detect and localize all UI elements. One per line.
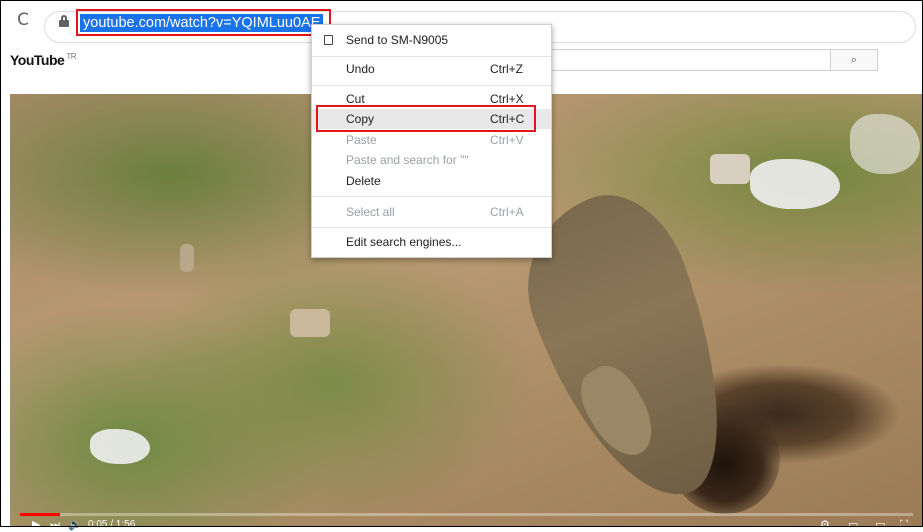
menu-item-send-to-device[interactable]: Send to SM-N9005 <box>312 30 551 50</box>
trash-paper <box>750 159 840 209</box>
rock <box>290 309 330 337</box>
menu-separator <box>312 85 551 86</box>
menu-item-undo[interactable]: Undo Ctrl+Z <box>312 59 551 79</box>
time-display: 0:05 / 1:56 <box>88 519 136 530</box>
menu-item-edit-search-engines[interactable]: Edit search engines... <box>312 232 551 252</box>
settings-icon[interactable]: ⚙ <box>820 518 830 532</box>
menu-separator <box>312 56 551 57</box>
play-icon[interactable]: ▶ <box>32 518 40 532</box>
progress-played <box>20 513 60 516</box>
lock-icon[interactable] <box>59 15 69 27</box>
search-icon[interactable]: ⌕ <box>830 49 878 71</box>
next-icon[interactable]: ⏭ <box>50 518 60 532</box>
reload-icon[interactable]: C <box>13 10 33 30</box>
progress-track[interactable] <box>20 513 913 516</box>
menu-separator <box>312 196 551 197</box>
device-icon <box>324 35 333 45</box>
trash-paper <box>850 114 920 174</box>
menu-separator <box>312 227 551 228</box>
menu-item-paste[interactable]: Paste Ctrl+V <box>312 130 551 150</box>
copy-highlight-box <box>316 105 536 132</box>
url-highlight-box <box>76 9 331 36</box>
menu-item-label: Delete <box>346 174 381 188</box>
menu-item-shortcut: Ctrl+A <box>490 205 524 219</box>
miniplayer-icon[interactable]: ▭ <box>848 518 858 532</box>
volume-icon[interactable]: 🔉 <box>68 518 82 532</box>
menu-item-label: Paste and search for "" <box>346 153 469 167</box>
menu-item-shortcut: Ctrl+V <box>490 133 524 147</box>
menu-item-label: Edit search engines... <box>346 235 462 249</box>
region-code: TR <box>66 52 76 62</box>
theater-icon[interactable]: ▭ <box>875 518 885 532</box>
context-menu: Send to SM-N9005 Undo Ctrl+Z Cut Ctrl+X … <box>311 24 552 258</box>
trash-paper <box>90 429 150 464</box>
menu-item-label: Undo <box>346 62 375 76</box>
menu-item-label: Send to SM-N9005 <box>346 33 449 47</box>
menu-item-label: Paste <box>346 133 377 147</box>
youtube-search-input[interactable] <box>548 49 831 71</box>
menu-item-paste-and-search[interactable]: Paste and search for "" <box>312 150 551 170</box>
menu-item-label: Select all <box>346 205 395 219</box>
youtube-logo[interactable]: YouTube TR <box>10 52 76 68</box>
rock <box>180 244 194 272</box>
rock <box>710 154 750 184</box>
menu-item-select-all[interactable]: Select all Ctrl+A <box>312 202 551 222</box>
menu-item-delete[interactable]: Delete <box>312 171 551 191</box>
youtube-logo-text: YouTube <box>10 52 65 68</box>
menu-item-shortcut: Ctrl+Z <box>490 62 523 76</box>
fullscreen-icon[interactable]: ⛶ <box>900 518 908 532</box>
